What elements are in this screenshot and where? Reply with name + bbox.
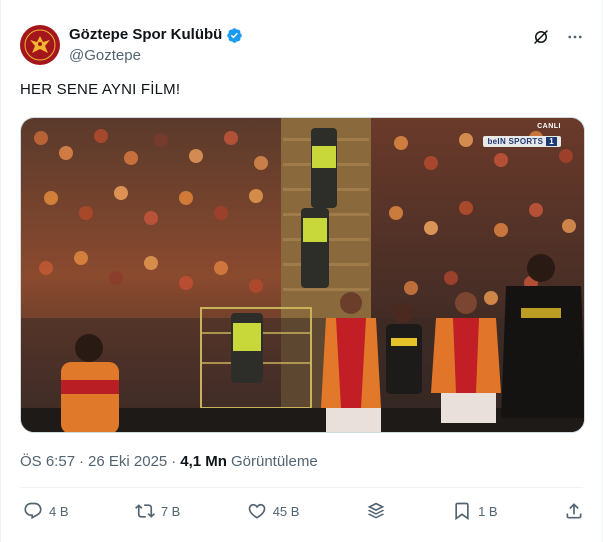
like-button[interactable]: 45 B — [247, 501, 300, 521]
broadcast-overlay: CANLI beIN SPORTS 1 — [483, 123, 561, 149]
reply-icon — [24, 502, 42, 520]
tweet-text: HER SENE AYNI FİLM! — [20, 81, 181, 98]
grok-icon[interactable] — [530, 26, 552, 48]
share-icon — [566, 503, 582, 519]
repost-icon — [134, 504, 155, 518]
video-frame — [21, 118, 584, 432]
channel-name: beIN SPORTS — [487, 137, 544, 146]
verified-badge-icon — [227, 27, 243, 43]
account-handle[interactable]: @Goztepe — [69, 46, 243, 66]
divider — [20, 487, 583, 488]
bookmark-icon — [455, 502, 469, 521]
tweet-date[interactable]: 26 Eki 2025 — [88, 452, 167, 472]
tweet-video[interactable]: CANLI beIN SPORTS 1 — [20, 117, 585, 433]
tweet-meta: ÖS 6:57 · 26 Eki 2025 · 4,1 Mn Görüntüle… — [20, 452, 318, 472]
action-bar: 4 B 7 B 45 B 1 B — [23, 499, 584, 523]
phoenix-crest-icon — [21, 26, 59, 64]
like-count: 45 B — [272, 503, 300, 519]
channel-logo: beIN SPORTS 1 — [483, 136, 561, 147]
reply-button[interactable]: 4 B — [23, 501, 69, 521]
more-icon[interactable] — [564, 26, 586, 48]
repost-count: 7 B — [160, 503, 181, 519]
display-name[interactable]: Göztepe Spor Kulübü — [69, 25, 222, 45]
repost-button[interactable]: 7 B — [134, 501, 181, 521]
views-label: Görüntüleme — [230, 453, 318, 470]
bookmark-button[interactable]: 1 B — [452, 501, 498, 521]
live-label: CANLI — [537, 123, 561, 130]
layers-button[interactable] — [366, 501, 386, 521]
channel-number: 1 — [546, 137, 557, 146]
layers-icon — [367, 502, 385, 519]
tweet-card: Göztepe Spor Kulübü @Goztepe HER SENE AY… — [0, 0, 603, 542]
heart-icon — [248, 503, 266, 519]
avatar[interactable] — [20, 25, 60, 65]
views-count: 4,1 Mn — [180, 453, 227, 470]
tweet-top-actions — [530, 26, 586, 48]
meta-separator: · — [171, 453, 177, 470]
share-button[interactable] — [564, 501, 584, 521]
tweet-time[interactable]: ÖS 6:57 — [20, 452, 75, 472]
account-name-block: Göztepe Spor Kulübü @Goztepe — [69, 25, 243, 66]
reply-count: 4 B — [49, 503, 69, 519]
bookmark-count: 1 B — [478, 503, 498, 519]
meta-separator: · — [79, 453, 85, 470]
